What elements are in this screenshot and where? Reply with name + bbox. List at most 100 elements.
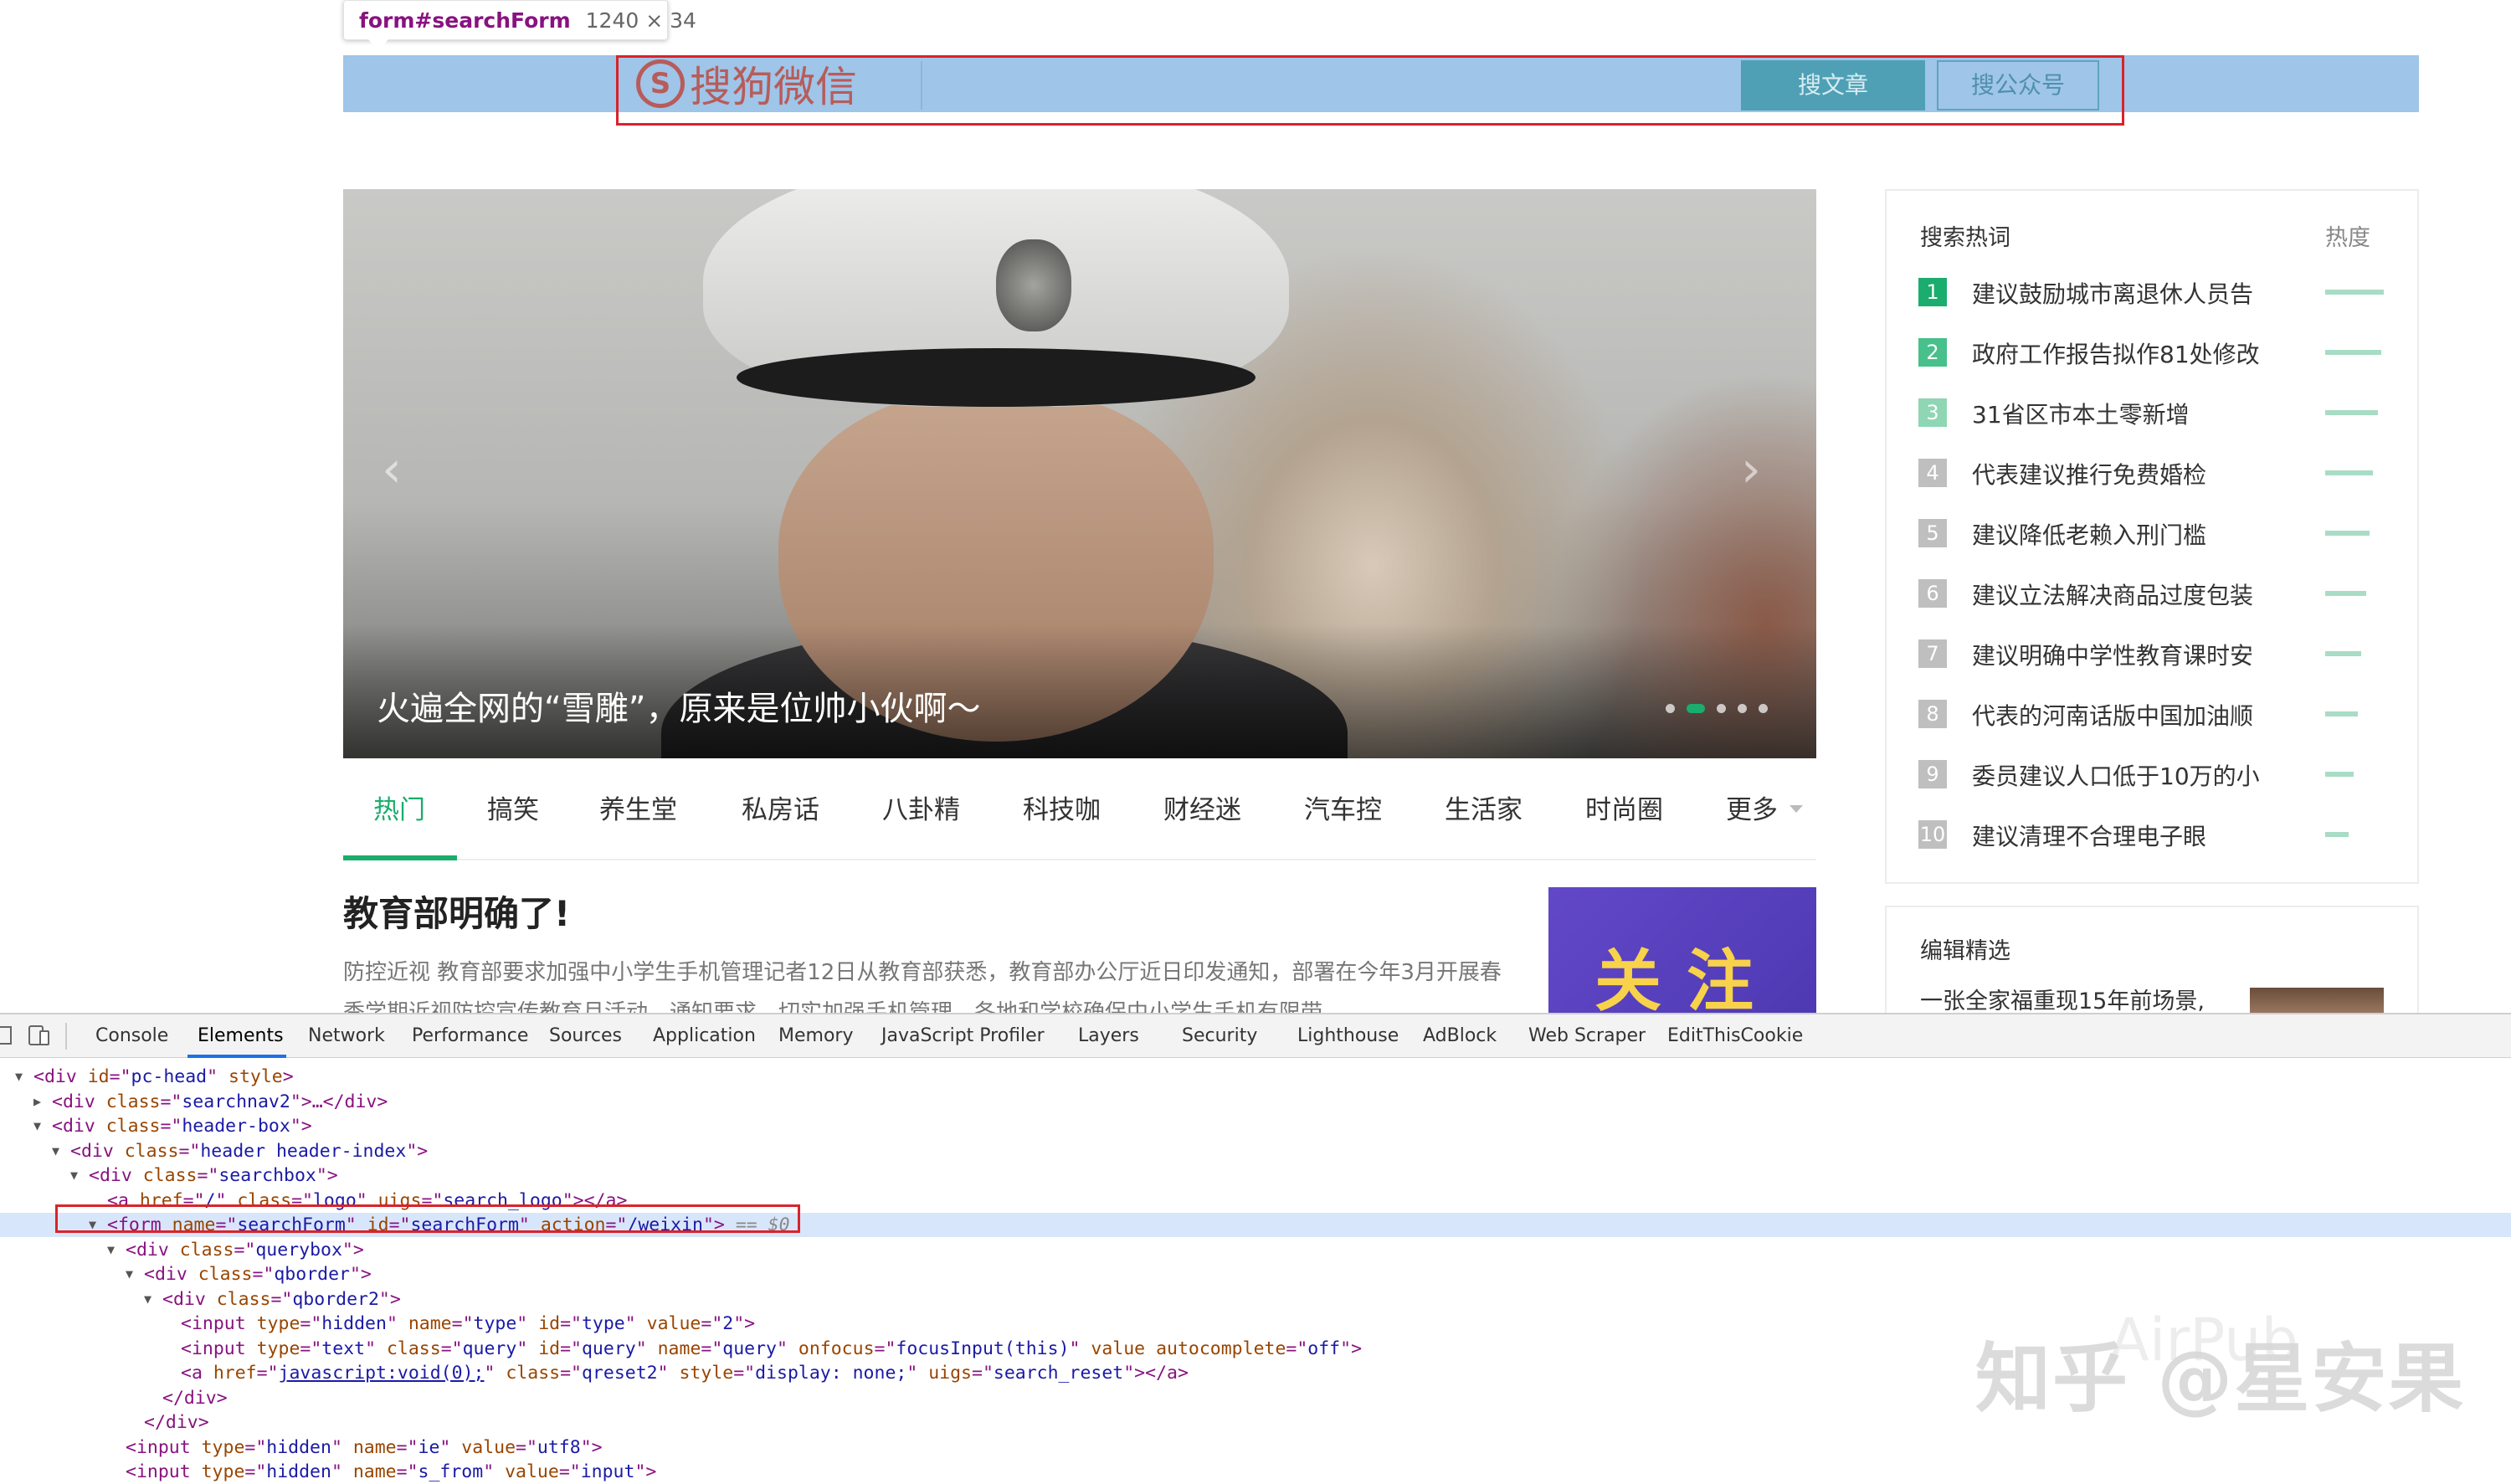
expand-triangle-icon[interactable]: ▼ <box>144 1287 151 1312</box>
tooltip-selector: form#searchForm <box>359 8 571 33</box>
dom-node-markup: <div class="qborder"> <box>144 1264 372 1285</box>
hot-heat-label: 热度 <box>2325 225 2370 251</box>
devtools-tab-sources[interactable]: Sources <box>549 1014 622 1058</box>
devtools-tab-adblock[interactable]: AdBlock <box>1423 1014 1497 1058</box>
expand-triangle-icon[interactable]: ▼ <box>70 1163 78 1188</box>
tooltip-size: 1240 × 34 <box>585 8 696 33</box>
expand-triangle-icon[interactable]: ▼ <box>33 1114 41 1138</box>
inspect-tooltip: form#searchForm 1240 × 34 <box>343 0 696 40</box>
hot-rank-badge: 10 <box>1918 820 1947 849</box>
dom-node[interactable]: ▼ <div id="pc-head" style> <box>0 1065 2511 1089</box>
hot-rank-badge: 1 <box>1918 278 1947 306</box>
tab-0[interactable]: 热门 <box>373 780 425 860</box>
heat-bar <box>2325 832 2349 837</box>
heat-bar <box>2325 290 2384 295</box>
tab-2[interactable]: 养生堂 <box>599 780 677 860</box>
dom-node[interactable]: ▼ <div class="querybox"> <box>0 1238 2511 1262</box>
dom-node-markup: <div class="querybox"> <box>126 1240 364 1261</box>
editor-pick-thumbnail[interactable] <box>2250 988 2384 1013</box>
dom-node[interactable]: ▼ <div class="header header-index"> <box>0 1139 2511 1163</box>
device-toolbar-icon[interactable] <box>27 1024 50 1046</box>
dom-node-markup: </div> <box>144 1412 209 1433</box>
devtools-tab-network[interactable]: Network <box>308 1014 385 1058</box>
tab-8[interactable]: 生活家 <box>1445 780 1523 860</box>
carousel[interactable]: ‹ › 火遍全网的“雪雕”，原来是位帅小伙啊～ <box>343 189 1816 758</box>
dom-node-markup: <div class="header-box"> <box>52 1116 312 1137</box>
hot-rank-badge: 3 <box>1918 398 1947 427</box>
carousel-dot[interactable] <box>1666 704 1675 713</box>
hot-rank-badge: 4 <box>1918 459 1947 487</box>
devtools-tab-lighthouse[interactable]: Lighthouse <box>1297 1014 1399 1058</box>
hot-word-link[interactable]: 代表建议推行免费婚检 <box>1972 457 2206 490</box>
devtools-tab-editthiscookie[interactable]: EditThisCookie <box>1667 1014 1803 1058</box>
carousel-dot[interactable] <box>1759 704 1768 713</box>
tab-5[interactable]: 科技咖 <box>1023 780 1101 860</box>
carousel-next-icon[interactable]: › <box>1741 440 1761 499</box>
carousel-prev-icon[interactable]: ‹ <box>382 440 402 499</box>
editor-pick-item[interactable]: 一张全家福重现15年前场景, <box>1920 983 2205 1013</box>
carousel-image-badge <box>996 239 1071 331</box>
heat-bar <box>2325 711 2358 716</box>
selected-node-highlight <box>55 1204 800 1233</box>
hot-word-link[interactable]: 建议立法解决商品过度包装 <box>1972 578 2253 611</box>
hot-word-link[interactable]: 31省区市本土零新增 <box>1972 397 2190 430</box>
heat-bar <box>2325 350 2381 355</box>
expand-triangle-icon[interactable]: ▼ <box>52 1139 59 1163</box>
devtools-tab-performance[interactable]: Performance <box>412 1014 528 1058</box>
dom-node-markup: <input type="hidden" name="type" id="typ… <box>181 1313 756 1334</box>
collapse-triangle-icon[interactable]: ▶ <box>33 1090 41 1114</box>
article-title[interactable]: 教育部明确了! <box>343 886 570 937</box>
chevron-down-icon[interactable] <box>1790 805 1803 813</box>
expand-triangle-icon[interactable]: ▼ <box>107 1238 115 1262</box>
devtools-tab-layers[interactable]: Layers <box>1078 1014 1139 1058</box>
dom-node-markup: <input type="text" class="query" id="que… <box>181 1338 1363 1359</box>
devtools-tab-security[interactable]: Security <box>1182 1014 1257 1058</box>
tab-3[interactable]: 私房话 <box>742 780 819 860</box>
dom-node-markup: <input type="hidden" name="ie" value="ut… <box>126 1437 603 1458</box>
hot-word-link[interactable]: 建议降低老赖入刑门槛 <box>1972 517 2206 551</box>
dom-node[interactable]: ▼ <div class="header-box"> <box>0 1114 2511 1138</box>
dom-node[interactable]: ▼ <div class="searchbox"> <box>0 1163 2511 1188</box>
expand-triangle-icon[interactable]: ▼ <box>15 1065 23 1089</box>
devtools-tab-elements[interactable]: Elements <box>198 1014 284 1058</box>
hot-rank-badge: 9 <box>1918 760 1947 788</box>
dom-node[interactable]: <input type="hidden" name="s_from" value… <box>0 1460 2511 1484</box>
dom-node[interactable]: <input type="hidden" name="ie" value="ut… <box>0 1435 2511 1460</box>
category-tabs: 热门 搞笑 养生堂 私房话 八卦精 科技咖 财经迷 汽车控 生活家 时尚圈 更多 <box>343 780 1816 860</box>
dom-node[interactable]: ▼ <div class="qborder"> <box>0 1262 2511 1286</box>
hot-rank-badge: 5 <box>1918 519 1947 547</box>
tab-10[interactable]: 更多 <box>1726 780 1778 860</box>
devtools-tab-javascript-profiler[interactable]: JavaScript Profiler <box>881 1014 1045 1058</box>
carousel-dot[interactable] <box>1717 704 1726 713</box>
hot-word-link[interactable]: 建议鼓励城市离退休人员告 <box>1972 276 2253 310</box>
tab-4[interactable]: 八卦精 <box>882 780 960 860</box>
editor-picks-title: 编辑精选 <box>1920 938 2010 964</box>
tab-7[interactable]: 汽车控 <box>1304 780 1382 860</box>
devtools-tab-web-scraper[interactable]: Web Scraper <box>1528 1014 1646 1058</box>
devtools-tab-application[interactable]: Application <box>653 1014 756 1058</box>
devtools-tab-memory[interactable]: Memory <box>778 1014 853 1058</box>
carousel-caption[interactable]: 火遍全网的“雪雕”，原来是位帅小伙啊～ <box>377 681 980 730</box>
dom-node[interactable]: ▶ <div class="searchnav2">…</div> <box>0 1090 2511 1114</box>
devtools-tab-console[interactable]: Console <box>95 1014 168 1058</box>
carousel-dot[interactable] <box>1687 704 1705 713</box>
active-tab-underline <box>343 855 457 860</box>
tab-1[interactable]: 搞笑 <box>487 780 539 860</box>
hot-word-link[interactable]: 建议清理不合理电子眼 <box>1972 819 2206 852</box>
carousel-dots <box>1666 704 1768 713</box>
heat-bar <box>2325 591 2366 596</box>
hot-word-link[interactable]: 建议明确中学性教育课时安 <box>1972 638 2253 671</box>
hot-word-link[interactable]: 代表的河南话版中国加油顺 <box>1972 698 2253 732</box>
heat-bar <box>2325 531 2370 536</box>
toolbar-divider <box>65 1023 67 1050</box>
hot-word-link[interactable]: 委员建议人口低于10万的小 <box>1972 758 2260 792</box>
dom-node-markup: <div class="searchnav2">…</div> <box>52 1091 388 1112</box>
tab-9[interactable]: 时尚圈 <box>1585 780 1663 860</box>
inspect-element-icon[interactable] <box>0 1026 12 1045</box>
article-summary: 防控近视 教育部要求加强中小学生手机管理记者12日从教育部获悉，教育部办公厅近日… <box>343 960 1502 1013</box>
hot-word-link[interactable]: 政府工作报告拟作81处修改 <box>1972 336 2260 370</box>
hot-rank-badge: 6 <box>1918 579 1947 608</box>
expand-triangle-icon[interactable]: ▼ <box>126 1262 133 1286</box>
carousel-dot[interactable] <box>1738 704 1747 713</box>
tab-6[interactable]: 财经迷 <box>1163 780 1241 860</box>
